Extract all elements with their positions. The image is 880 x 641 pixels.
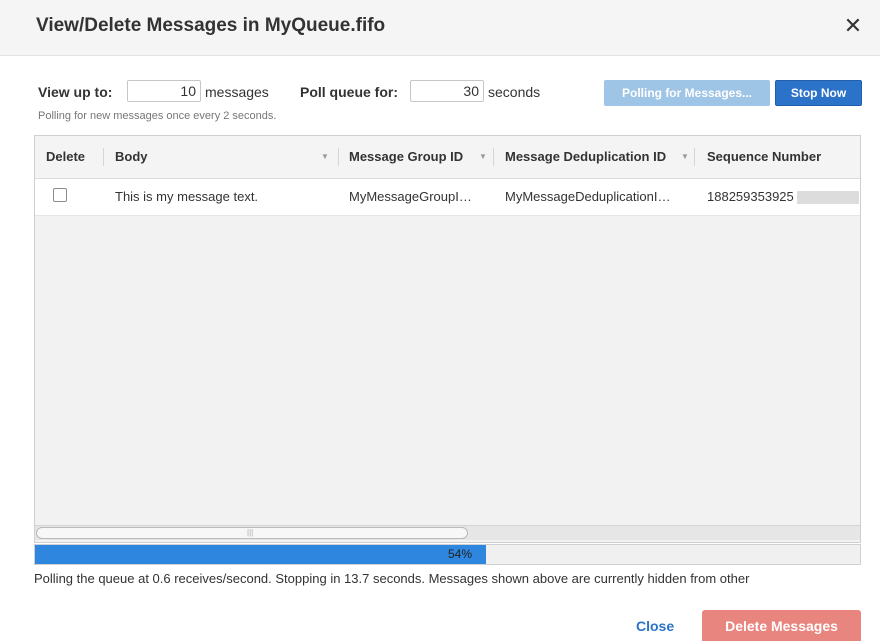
scrollbar-thumb[interactable]: |||	[36, 527, 468, 539]
sort-caret-icon[interactable]: ▼	[321, 136, 329, 178]
polling-hint: Polling for new messages once every 2 se…	[38, 110, 277, 122]
column-divider	[338, 148, 339, 166]
delete-messages-button[interactable]: Delete Messages	[702, 610, 861, 641]
seconds-unit-label: seconds	[488, 84, 541, 100]
delete-checkbox[interactable]	[53, 188, 67, 202]
polling-status-text: Polling the queue at 0.6 receives/second…	[34, 571, 750, 586]
close-link[interactable]: Close	[636, 618, 674, 634]
column-header-deduplication-id[interactable]: Message Deduplication ID	[505, 136, 666, 178]
redacted-area	[797, 191, 859, 204]
column-divider	[493, 148, 494, 166]
polling-progress-bar: 54%	[34, 544, 861, 565]
stop-now-button[interactable]: Stop Now	[775, 80, 862, 106]
messages-table: Delete Body ▼ Message Group ID ▼ Message…	[34, 135, 861, 543]
column-header-message-group-id[interactable]: Message Group ID	[349, 136, 463, 178]
messages-unit-label: messages	[205, 84, 269, 100]
sort-caret-icon[interactable]: ▼	[681, 136, 689, 178]
column-divider	[103, 148, 104, 166]
scroll-grip-icon: |||	[247, 528, 254, 537]
dialog-title: View/Delete Messages in MyQueue.fifo	[36, 15, 386, 36]
dialog-header: View/Delete Messages in MyQueue.fifo ✕	[0, 0, 880, 56]
sort-caret-icon[interactable]: ▼	[479, 136, 487, 178]
message-deduplication-id: MyMessageDeduplicationI…	[505, 189, 671, 204]
message-body: This is my message text.	[115, 189, 259, 204]
sequence-number: 188259353925	[707, 189, 794, 204]
close-icon[interactable]: ✕	[842, 14, 864, 38]
column-header-sequence-number[interactable]: Sequence Number	[707, 136, 821, 178]
table-row[interactable]: This is my message text. MyMessageGroupI…	[35, 179, 860, 216]
polling-for-messages-button[interactable]: Polling for Messages...	[604, 80, 770, 106]
poll-duration-input[interactable]	[410, 80, 484, 102]
table-header: Delete Body ▼ Message Group ID ▼ Message…	[35, 136, 860, 179]
poll-queue-label: Poll queue for:	[300, 84, 398, 100]
column-divider	[694, 148, 695, 166]
view-up-to-input[interactable]	[127, 80, 201, 102]
column-header-delete[interactable]: Delete	[46, 136, 85, 178]
view-up-to-label: View up to:	[38, 84, 113, 100]
message-group-id: MyMessageGroupI…	[349, 189, 472, 204]
progress-label: 54%	[447, 547, 473, 561]
horizontal-scrollbar[interactable]: |||	[35, 525, 860, 540]
column-header-body[interactable]: Body	[115, 136, 148, 178]
